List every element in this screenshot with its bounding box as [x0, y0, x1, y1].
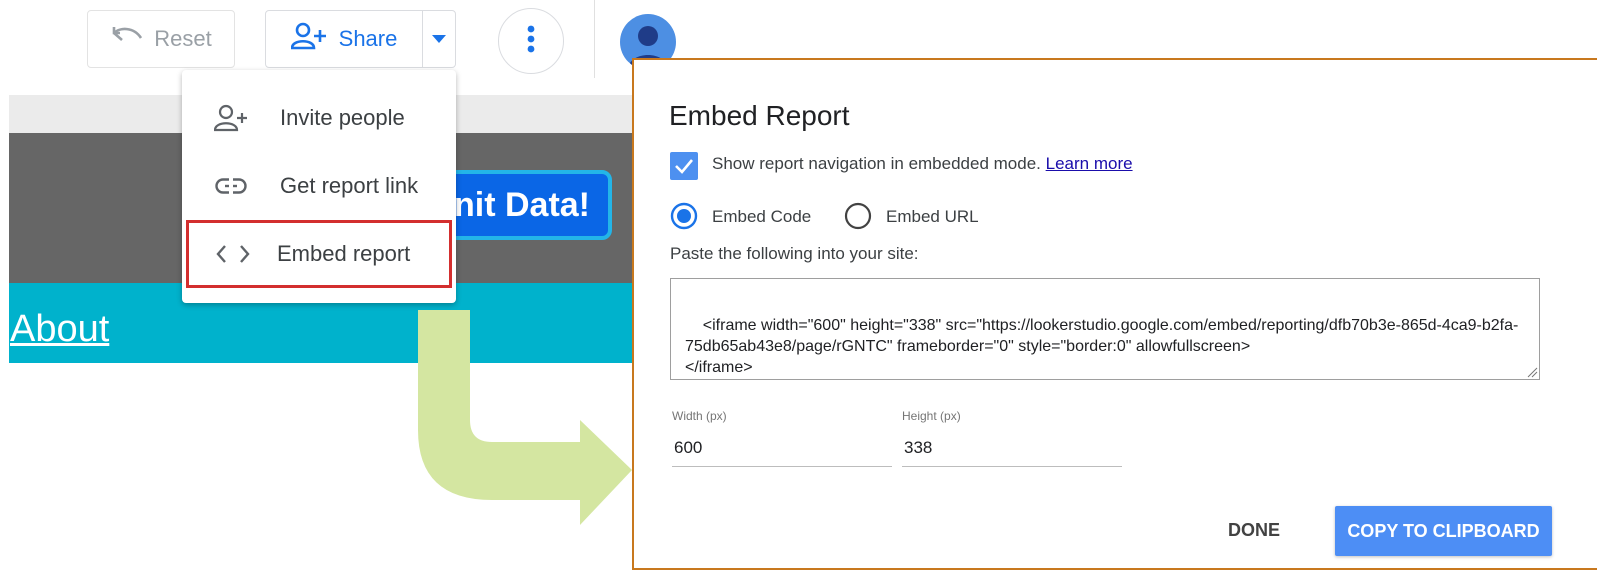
undo-icon — [110, 26, 144, 52]
share-label: Share — [338, 26, 398, 51]
person-add-icon — [290, 22, 327, 56]
embed-url-label: Embed URL — [886, 207, 979, 226]
copy-to-clipboard-button[interactable]: COPY TO CLIPBOARD — [1335, 506, 1552, 556]
show-navigation-checkbox[interactable] — [670, 152, 698, 180]
share-dropdown-button[interactable] — [423, 11, 455, 67]
done-button[interactable]: DONE — [1209, 510, 1299, 550]
share-button-group: Share — [265, 10, 456, 68]
reset-label: Reset — [154, 26, 212, 51]
embed-code-label: Embed Code — [712, 207, 812, 226]
about-link[interactable]: About — [10, 308, 109, 351]
embed-report-dialog: Embed Report Show report navigation in e… — [632, 58, 1597, 570]
more-vert-icon — [527, 25, 535, 58]
width-field-label: Width (px) — [672, 409, 727, 423]
share-button[interactable]: Share — [266, 11, 423, 67]
paste-instruction: Paste the following into your site: — [670, 244, 919, 263]
show-navigation-label: Show report navigation in embedded mode.… — [712, 154, 1133, 173]
height-input-underline — [902, 466, 1122, 467]
height-field-label: Height (px) — [902, 409, 961, 423]
learn-more-link[interactable]: Learn more — [1046, 154, 1133, 173]
caret-down-icon — [432, 30, 446, 48]
width-input-underline — [672, 466, 892, 467]
more-options-button[interactable] — [498, 8, 564, 74]
embed-code-radio[interactable] — [670, 202, 698, 235]
menu-item-label: Get report link — [280, 173, 419, 198]
person-add-icon — [182, 104, 280, 132]
width-input[interactable]: 600 — [674, 438, 702, 458]
share-menu: Invite people Get report link Embed repo… — [182, 70, 456, 303]
embed-code-textarea[interactable]: <iframe width="600" height="338" src="ht… — [670, 278, 1540, 380]
link-icon — [182, 178, 280, 194]
embed-url-radio[interactable] — [844, 202, 872, 235]
code-icon — [189, 244, 277, 264]
menu-item-invite-people[interactable]: Invite people — [182, 84, 456, 152]
menu-item-label: Embed report — [277, 241, 411, 266]
menu-item-label: Invite people — [280, 105, 405, 130]
menu-item-embed-report[interactable]: Embed report — [186, 220, 452, 288]
height-input[interactable]: 338 — [904, 438, 932, 458]
menu-item-get-report-link[interactable]: Get report link — [182, 152, 456, 220]
toolbar-divider — [594, 0, 595, 78]
dialog-title: Embed Report — [669, 100, 850, 131]
resize-grip-icon[interactable] — [1526, 366, 1538, 378]
reset-button[interactable]: Reset — [87, 10, 235, 68]
annotation-arrow — [418, 310, 632, 525]
